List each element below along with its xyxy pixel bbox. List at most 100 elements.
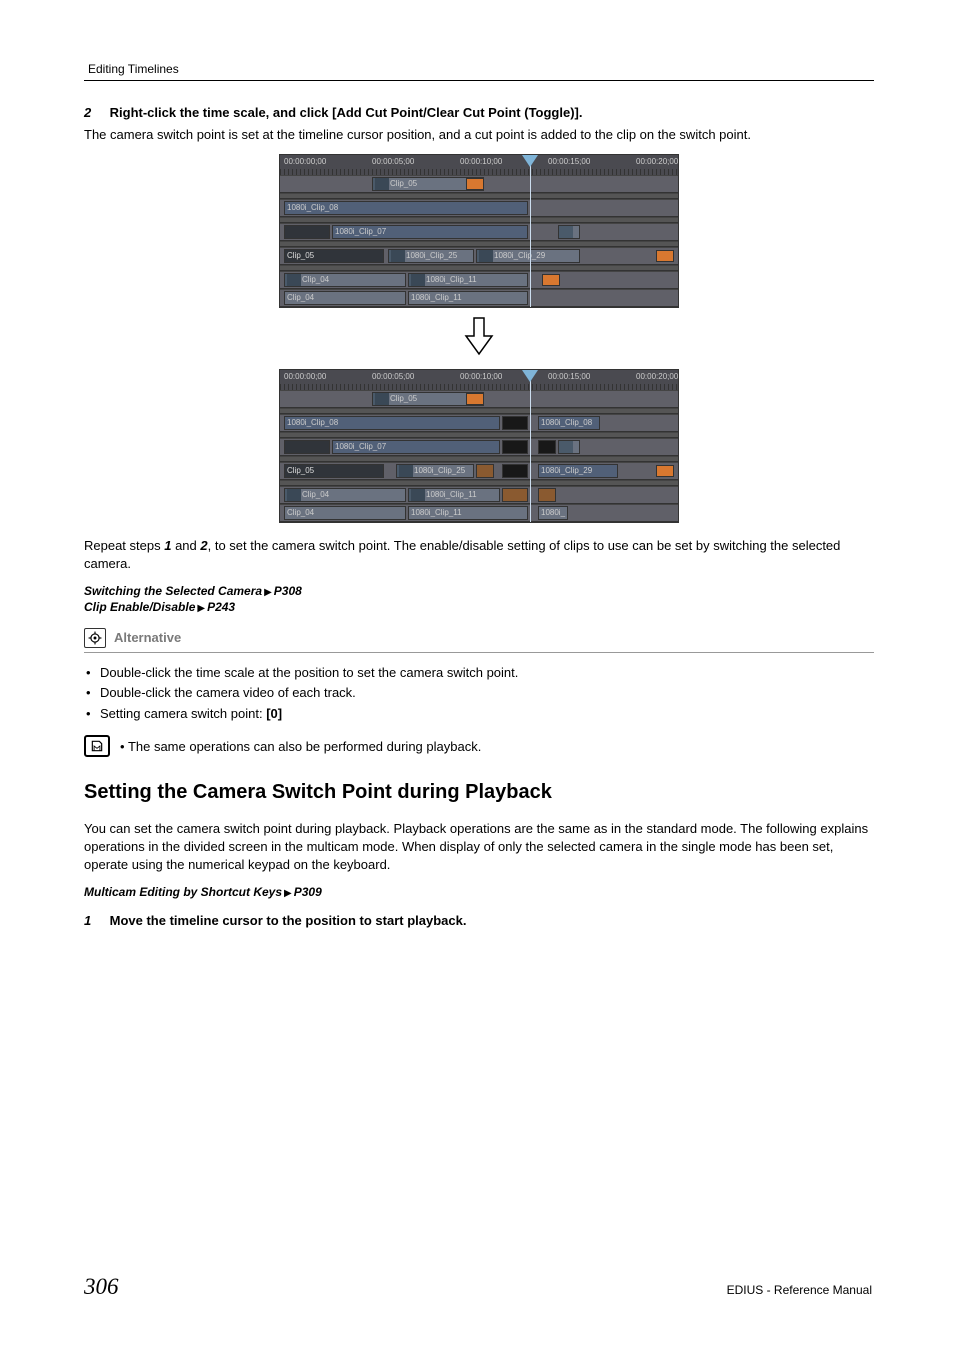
shortcut-key: [0] — [266, 706, 282, 721]
clip: 1080i_Clip_08 — [284, 201, 528, 215]
alternative-list: Double-click the time scale at the posit… — [84, 663, 874, 725]
xref-label: Switching the Selected Camera — [84, 584, 262, 598]
timeline-track: 1080i_Clip_07 — [280, 223, 678, 241]
clip — [502, 488, 528, 502]
playhead-line — [530, 380, 531, 522]
clip — [558, 440, 580, 454]
thumb-icon — [287, 274, 301, 286]
alternative-heading: Alternative — [84, 628, 874, 648]
timeline-track: Clip_04 1080i_Clip_11 — [280, 486, 678, 504]
alternative-label: Alternative — [114, 630, 181, 645]
down-arrow-icon — [84, 308, 874, 369]
clip-label: 1080i_Clip_08 — [287, 418, 338, 427]
repeat-steps-para: Repeat steps 1 and 2, to set the camera … — [84, 537, 874, 573]
thumb-icon — [287, 489, 301, 501]
clip: 1080i_Clip_29 — [538, 464, 618, 478]
clip: 1080i_Clip_11 — [408, 488, 500, 502]
step-1: 1 Move the timeline cursor to the positi… — [84, 913, 874, 928]
clip-label: 1080i_Clip_11 — [411, 508, 462, 517]
marker-icon — [656, 250, 674, 262]
text: Setting camera switch point: — [100, 706, 266, 721]
playhead-icon — [522, 370, 538, 382]
marker-icon — [542, 274, 560, 286]
clip: 1080i_Clip_11 — [408, 506, 528, 520]
xref-multicam-shortcut[interactable]: Multicam Editing by Shortcut Keys▶P309 — [84, 885, 874, 899]
marker-icon — [466, 393, 484, 405]
clip: 1080i_Clip_11 — [408, 291, 528, 305]
ruler-tick: 00:00:20;00 — [636, 372, 678, 381]
clip: 1080i_Clip_08 — [538, 416, 600, 430]
xref-label: Clip Enable/Disable — [84, 600, 195, 614]
list-item: Double-click the time scale at the posit… — [84, 663, 874, 684]
section-para: You can set the camera switch point duri… — [84, 820, 874, 875]
clip-label: 1080i_Clip_11 — [426, 490, 477, 499]
step-ref: 2 — [200, 538, 207, 553]
timeline-track: Clip_05 1080i_Clip_25 1080i_Clip_29 — [280, 462, 678, 480]
clip-label: 1080i_ — [541, 508, 565, 517]
clip — [502, 440, 528, 454]
ruler-tick: 00:00:00;00 — [284, 157, 326, 166]
clip: 1080i_Clip_07 — [332, 440, 500, 454]
clip-label: 1080i_Clip_25 — [414, 466, 465, 475]
thumb-icon — [411, 274, 425, 286]
timeline-track: Clip_04 1080i_Clip_11 — [280, 289, 678, 307]
xref-page: P243 — [207, 600, 235, 614]
ruler-tick: 00:00:20;00 — [636, 157, 678, 166]
triangle-icon: ▶ — [197, 603, 205, 614]
clip: 1080i_Clip_29 — [476, 249, 580, 263]
xref-switch-camera[interactable]: Switching the Selected Camera▶P308 — [84, 584, 874, 598]
clip-label: 1080i_Clip_08 — [287, 203, 338, 212]
clip-label: 1080i_Clip_11 — [426, 275, 477, 284]
clip: 1080i_Clip_25 — [388, 249, 474, 263]
list-item: Double-click the camera video of each tr… — [84, 683, 874, 704]
list-item: Setting camera switch point: [0] — [84, 704, 874, 725]
timeline-track: 1080i_Clip_08 — [280, 199, 678, 217]
thumb-icon — [375, 178, 389, 190]
timeline-track: 1080i_Clip_08 1080i_Clip_08 — [280, 414, 678, 432]
timeline-track: 1080i_Clip_07 — [280, 438, 678, 456]
thumb-icon — [411, 489, 425, 501]
triangle-icon: ▶ — [284, 888, 292, 899]
marker-icon — [656, 465, 674, 477]
note-icon — [84, 735, 110, 757]
clip: Clip_04 — [284, 506, 406, 520]
timeline-after: 00:00:00;00 00:00:05;00 00:00:10;00 00:0… — [279, 369, 679, 523]
clip-label: 1080i_Clip_08 — [541, 418, 592, 427]
ruler-tick: 00:00:10;00 — [460, 372, 502, 381]
page-footer: 306 EDIUS - Reference Manual — [84, 1274, 872, 1300]
alternative-icon — [84, 628, 106, 648]
clip: Clip_05 — [284, 464, 384, 478]
xref-label: Multicam Editing by Shortcut Keys — [84, 885, 282, 899]
time-ruler: 00:00:00;00 00:00:05;00 00:00:10;00 00:0… — [280, 370, 678, 390]
clip — [284, 440, 330, 454]
clip — [538, 440, 556, 454]
step-1-text: Move the timeline cursor to the position… — [110, 913, 467, 928]
clip-label: Clip_04 — [302, 275, 329, 284]
clip-label: 1080i_Clip_07 — [335, 227, 386, 236]
timeline-before: 00:00:00;00 00:00:05;00 00:00:10;00 00:0… — [279, 154, 679, 308]
timeline-track: Clip_05 — [280, 175, 678, 193]
step-2: 2 Right-click the time scale, and click … — [84, 105, 874, 120]
clip-label: 1080i_Clip_07 — [335, 442, 386, 451]
clip-label: 1080i_Clip_25 — [406, 251, 457, 260]
timeline-track: Clip_04 1080i_Clip_11 1080i_ — [280, 504, 678, 522]
marker-icon — [466, 178, 484, 190]
thumb-icon — [391, 250, 405, 262]
clip: Clip_04 — [284, 291, 406, 305]
alternative-rule — [84, 652, 874, 653]
header-rule — [84, 80, 874, 81]
section-heading: Setting the Camera Switch Point during P… — [84, 781, 874, 804]
timeline-track: Clip_04 1080i_Clip_11 — [280, 271, 678, 289]
clip: 1080i_Clip_11 — [408, 273, 528, 287]
xref-clip-enable[interactable]: Clip Enable/Disable▶P243 — [84, 600, 874, 614]
thumb-icon — [399, 465, 413, 477]
clip: Clip_04 — [284, 488, 406, 502]
clip — [502, 416, 528, 430]
playhead-icon — [522, 155, 538, 167]
clip — [502, 464, 528, 478]
ruler-tick: 00:00:05;00 — [372, 372, 414, 381]
step-2-desc: The camera switch point is set at the ti… — [84, 126, 874, 144]
clip-label: Clip_05 — [287, 466, 314, 475]
clip-label: Clip_04 — [287, 508, 314, 517]
ruler-tick: 00:00:15;00 — [548, 157, 590, 166]
